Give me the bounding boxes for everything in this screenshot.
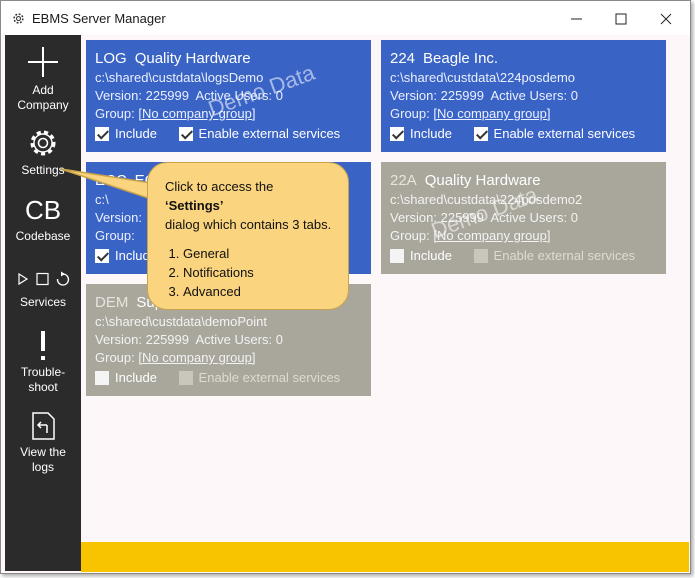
company-group-link[interactable]: [No company group] (138, 350, 255, 365)
company-name: Quality Hardware (424, 172, 541, 189)
settings-label: Settings (21, 163, 65, 177)
maximize-button[interactable] (611, 9, 631, 29)
include-label: Include (410, 248, 452, 263)
version-value: 225999 (145, 88, 189, 103)
include-checkbox[interactable] (390, 127, 404, 141)
group-label: Group: (95, 228, 135, 243)
gear-icon (13, 13, 24, 24)
external-services-checkbox[interactable] (473, 249, 488, 263)
view-logs-label-1: View the (20, 445, 66, 459)
version-label: Version: (95, 210, 142, 225)
active-users-value: 0 (570, 210, 578, 225)
active-users-value: 0 (570, 88, 578, 103)
version-label: Version: (95, 332, 142, 347)
version-label: Version: (390, 88, 437, 103)
version-value: 225999 (440, 88, 484, 103)
troubleshoot-button[interactable]: Trouble- shoot (5, 331, 81, 395)
window-title: EBMS Server Manager (32, 11, 166, 26)
plus-icon (28, 47, 58, 77)
external-services-label: Enable external services (198, 126, 341, 141)
minimize-button[interactable] (567, 9, 587, 29)
version-value: 225999 (440, 210, 484, 225)
company-code: 224 (390, 50, 416, 67)
troubleshoot-label-1: Trouble- (20, 365, 66, 379)
group-label: Group: (95, 106, 135, 121)
company-code: LOG (95, 50, 127, 67)
active-users-label: Active Users: (195, 88, 273, 103)
company-code: ECC (95, 172, 127, 189)
close-button[interactable] (656, 9, 676, 29)
company-path: c:\shared\custdata\224posdemo (390, 70, 576, 85)
company-card-22a[interactable]: 22A Quality Hardware c:\shared\custdata\2… (381, 162, 666, 274)
troubleshoot-label-2: shoot (28, 380, 58, 394)
codebase-icon: CB (24, 195, 62, 225)
company-card-224[interactable]: 224 Beagle Inc. c:\shared\custdata\224pos… (381, 40, 666, 152)
group-label: Group: (95, 350, 135, 365)
include-checkbox[interactable] (95, 249, 109, 263)
external-services-label: Enable external services (198, 370, 341, 385)
external-services-label: Enable external services (493, 248, 636, 263)
company-group-link[interactable]: [No company group] (433, 228, 550, 243)
company-name: Quality Hardware (134, 50, 251, 67)
external-services-label: Enable external services (493, 126, 636, 141)
callout-tab-item: Advanced (183, 282, 334, 301)
include-checkbox[interactable] (390, 249, 404, 263)
active-users-value: 0 (275, 332, 283, 347)
log-file-icon (32, 412, 55, 440)
include-checkbox[interactable] (95, 127, 109, 141)
title-bar: EBMS Server Manager (1, 1, 690, 35)
company-code: 22A (390, 172, 417, 189)
exclamation-icon (41, 331, 45, 360)
codebase-button[interactable]: CB Codebase (5, 195, 81, 244)
services-label: Services (19, 295, 66, 309)
external-services-checkbox[interactable] (473, 127, 488, 141)
sidebar: Add Company Settings CB Codebase Service… (5, 35, 81, 571)
include-label: Include (410, 126, 452, 141)
add-company-button[interactable]: Add Company (5, 45, 81, 113)
gear-icon (30, 130, 56, 156)
add-company-label-2: Company (17, 98, 69, 112)
external-services-checkbox[interactable] (178, 371, 193, 385)
status-bar (81, 542, 689, 572)
external-services-checkbox[interactable] (178, 127, 193, 141)
company-card-log[interactable]: LOG Quality Hardware c:\shared\custdata\l… (86, 40, 371, 152)
company-path: c:\shared\custdata\logsDemo (95, 70, 264, 85)
group-label: Group: (390, 106, 430, 121)
include-checkbox[interactable] (95, 371, 109, 385)
app-window: EBMS Server Manager Add Company Settings… (0, 0, 691, 574)
active-users-label: Active Users: (490, 88, 568, 103)
include-label: Include (115, 370, 157, 385)
view-logs-label-2: logs (31, 460, 54, 474)
view-logs-button[interactable]: View the logs (5, 411, 81, 475)
active-users-label: Active Users: (195, 332, 273, 347)
callout-tab-item: Notifications (183, 263, 334, 282)
active-users-value: 0 (275, 88, 283, 103)
company-path: c:\shared\custdata\demoPoint (95, 314, 267, 329)
version-label: Version: (390, 210, 437, 225)
group-label: Group: (390, 228, 430, 243)
company-code: DEM (95, 294, 129, 311)
version-label: Version: (95, 88, 142, 103)
services-button[interactable]: Services (5, 271, 81, 310)
version-value: 225999 (145, 332, 189, 347)
include-label: Include (115, 126, 157, 141)
callout-tab-list: General Notifications Advanced (165, 244, 334, 301)
codebase-label: Codebase (15, 229, 71, 243)
settings-callout: Click to access the ‘Settings’ dialog whi… (147, 162, 349, 310)
company-group-link[interactable]: [No company group] (138, 106, 255, 121)
active-users-label: Active Users: (490, 210, 568, 225)
play-stop-restart-icon (18, 271, 70, 286)
company-name: Beagle Inc. (423, 50, 499, 67)
callout-tab-item: General (183, 244, 334, 263)
callout-text: Click to access the ‘Settings’ dialog whi… (165, 179, 332, 232)
settings-button[interactable]: Settings (5, 127, 81, 178)
company-path: c:\shared\custdata\224posdemo2 (390, 192, 583, 207)
company-group-link[interactable]: [No company group] (433, 106, 550, 121)
add-company-label-1: Add (32, 83, 54, 97)
